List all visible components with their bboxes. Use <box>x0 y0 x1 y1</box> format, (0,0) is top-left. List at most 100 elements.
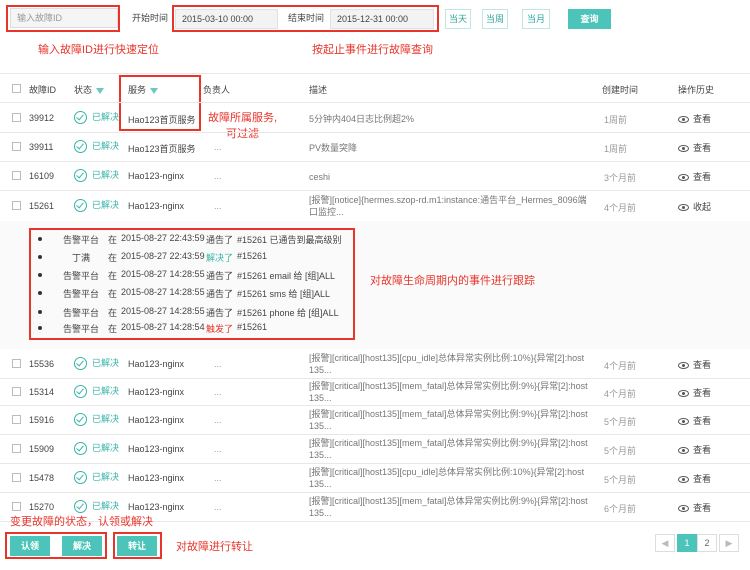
resolve-button[interactable]: 解决 <box>62 536 102 556</box>
claim-button[interactable]: 认领 <box>10 536 50 556</box>
check-circle-icon <box>74 384 87 398</box>
view-history-link[interactable]: 收起 <box>678 200 711 213</box>
view-history-link[interactable]: 查看 <box>678 358 711 371</box>
col-status-header[interactable]: 状态 <box>74 83 105 96</box>
status-resolved: 已解决 <box>74 110 119 124</box>
view-history-link[interactable]: 查看 <box>678 170 711 183</box>
fault-id[interactable]: 15314 <box>29 387 54 397</box>
created-time: 1周前 <box>604 143 628 154</box>
row-checkbox[interactable] <box>12 200 21 210</box>
view-history-label[interactable]: 查看 <box>693 445 711 455</box>
created-time: 5个月前 <box>604 416 637 427</box>
row-checkbox[interactable] <box>12 472 21 482</box>
view-history-link[interactable]: 查看 <box>678 472 711 485</box>
next-page-button[interactable]: ▶ <box>719 534 739 552</box>
fault-id[interactable]: 39912 <box>29 113 54 123</box>
service-name: Hao123-nginx <box>128 472 185 483</box>
header-top-divider <box>0 73 750 74</box>
fault-description: [报警][critical][host135][mem_fatal]总体异常实例… <box>309 437 588 460</box>
view-history-label[interactable]: 查看 <box>693 416 711 426</box>
status-label: 已解决 <box>92 169 120 180</box>
col-owner-header: 负责人 <box>203 85 231 95</box>
row-checkbox[interactable] <box>12 386 21 396</box>
status-resolved: 已解决 <box>74 168 119 182</box>
view-history-label[interactable]: 查看 <box>693 360 711 370</box>
annotation-status-change: 变更故障的状态，认领或解决 <box>10 516 153 528</box>
view-history-label[interactable]: 收起 <box>693 202 711 212</box>
start-time-label: 开始时间 <box>132 13 169 23</box>
view-history-link[interactable]: 查看 <box>678 501 711 514</box>
row-checkbox[interactable] <box>12 141 21 151</box>
check-circle-icon <box>74 412 87 426</box>
filter-icon[interactable] <box>96 87 105 94</box>
service-name: Hao123-nginx <box>128 414 185 425</box>
service-name: Hao123-nginx <box>128 443 185 454</box>
this-week-button[interactable]: 当周 <box>482 9 508 29</box>
view-history-link[interactable]: 查看 <box>678 112 711 125</box>
eye-icon[interactable] <box>678 504 689 512</box>
fault-id[interactable]: 15916 <box>29 415 54 425</box>
service-name: Hao123-nginx <box>128 501 185 512</box>
eye-icon[interactable] <box>678 475 689 483</box>
this-month-button[interactable]: 当月 <box>522 9 550 29</box>
highlight-fault-id <box>6 5 120 32</box>
status-resolved: 已解决 <box>74 198 119 212</box>
fault-id[interactable]: 15270 <box>29 502 54 512</box>
eye-icon[interactable] <box>678 361 689 369</box>
fault-description: PV数量突降 <box>309 142 358 153</box>
eye-icon[interactable] <box>678 417 689 425</box>
fault-id[interactable]: 15261 <box>29 201 54 211</box>
eye-icon[interactable] <box>678 144 689 152</box>
fault-id[interactable]: 16109 <box>29 171 54 181</box>
fault-id[interactable]: 39911 <box>29 142 53 152</box>
check-circle-icon <box>74 356 87 370</box>
fault-description: [报警][critical][host135][mem_fatal]总体异常实例… <box>309 495 588 518</box>
created-time: 5个月前 <box>604 445 637 456</box>
owner: ... <box>214 200 222 211</box>
view-history-label[interactable]: 查看 <box>693 143 711 153</box>
page-1-button[interactable]: 1 <box>677 534 697 552</box>
fault-id[interactable]: 15909 <box>29 444 54 454</box>
row-divider <box>0 405 750 406</box>
eye-icon[interactable] <box>678 203 689 211</box>
page-2-button[interactable]: 2 <box>697 534 717 552</box>
view-history-link[interactable]: 查看 <box>678 414 711 427</box>
today-button[interactable]: 当天 <box>445 9 471 29</box>
created-time: 4个月前 <box>604 360 637 371</box>
transfer-button[interactable]: 转让 <box>117 536 157 556</box>
row-checkbox[interactable] <box>12 170 21 180</box>
fault-id[interactable]: 15478 <box>29 473 54 483</box>
row-checkbox[interactable] <box>12 112 21 122</box>
status-resolved: 已解决 <box>74 356 119 370</box>
view-history-link[interactable]: 查看 <box>678 141 711 154</box>
row-checkbox[interactable] <box>12 358 21 368</box>
view-history-label[interactable]: 查看 <box>693 172 711 182</box>
eye-icon[interactable] <box>678 173 689 181</box>
view-history-label[interactable]: 查看 <box>693 474 711 484</box>
view-history-label[interactable]: 查看 <box>693 388 711 398</box>
check-circle-icon <box>74 441 87 455</box>
eye-icon[interactable] <box>678 389 689 397</box>
eye-icon[interactable] <box>678 446 689 454</box>
fault-id[interactable]: 15536 <box>29 359 54 369</box>
status-resolved: 已解决 <box>74 412 119 426</box>
owner: ... <box>214 472 222 483</box>
search-button[interactable]: 查询 <box>568 9 611 29</box>
created-time: 5个月前 <box>604 474 637 485</box>
header-bottom-divider <box>0 102 750 103</box>
service-name: Hao123首页服务 <box>128 143 196 154</box>
eye-icon[interactable] <box>678 115 689 123</box>
annotation-service-line1: 故障所属服务, <box>208 112 278 124</box>
view-history-link[interactable]: 查看 <box>678 386 711 399</box>
created-time: 3个月前 <box>604 172 637 183</box>
row-checkbox[interactable] <box>12 501 21 511</box>
select-all-checkbox[interactable] <box>12 84 21 93</box>
view-history-label[interactable]: 查看 <box>693 114 711 124</box>
annotation-transfer: 对故障进行转让 <box>176 541 253 553</box>
prev-page-button[interactable]: ◀ <box>655 534 675 552</box>
view-history-label[interactable]: 查看 <box>693 503 711 513</box>
row-checkbox[interactable] <box>12 414 21 424</box>
row-checkbox[interactable] <box>12 443 21 453</box>
view-history-link[interactable]: 查看 <box>678 443 711 456</box>
owner: ... <box>214 386 222 397</box>
